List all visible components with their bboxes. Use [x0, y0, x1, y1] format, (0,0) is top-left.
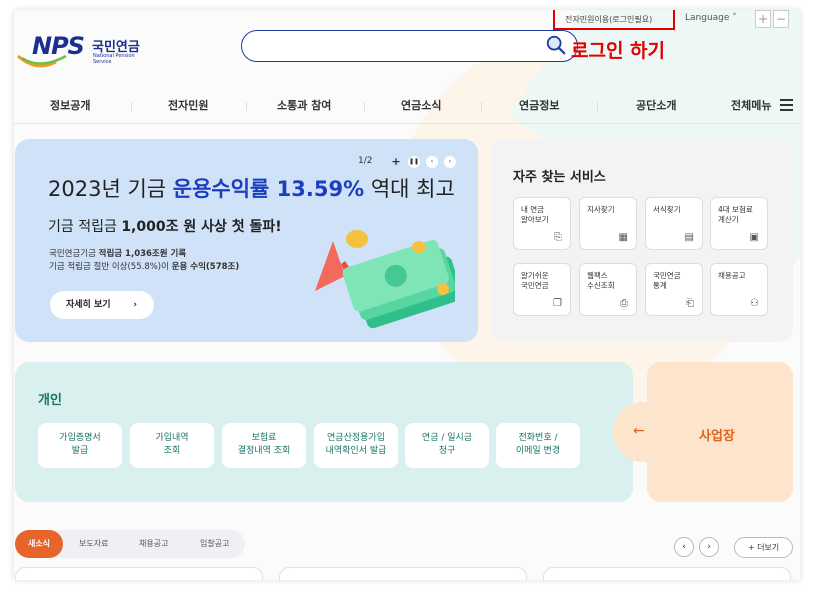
service-card[interactable]: 채용공고 ⚇: [710, 263, 768, 316]
personal-services-panel: 개인 가입증명서 발급 가입내역 조회 보험료 결정내역 조회 연금산정용가입 내역확…: [15, 362, 633, 502]
nav-separator: [246, 102, 247, 111]
service-card[interactable]: 웹팩스 수신조회 ⎙: [579, 263, 637, 316]
banner-pager: 1/2: [358, 156, 373, 166]
browser-page: NPS 국민연금 National Pension Service 전자민원이용…: [14, 10, 800, 580]
guide-doc-icon: ❐: [553, 298, 562, 309]
personal-service-button[interactable]: 연금산정용가입 내역확인서 발급: [314, 423, 398, 468]
prev-icon[interactable]: ‹: [426, 156, 438, 168]
service-card-label: 서식찾기: [653, 205, 681, 214]
hero-banner: 1/2 + ❚❚ ‹ › 2023년 기금 운용수익률 13.59% 역대 최고…: [15, 139, 478, 342]
news-more-button[interactable]: + 더보기: [734, 537, 793, 558]
service-card[interactable]: 4대 보험료 계산기 ▣: [710, 197, 768, 250]
civil-service-login-link[interactable]: 전자민원이용(로그인필요): [565, 14, 652, 25]
logo-english: National Pension Service: [93, 53, 135, 65]
person-check-icon: ⚇: [750, 298, 759, 309]
arrow-left-icon: ←: [633, 423, 645, 439]
nav-item-about[interactable]: 공단소개: [636, 97, 676, 113]
service-card[interactable]: 알기쉬운 국민연금 ❐: [513, 263, 571, 316]
banner-more-label: 자세히 보기: [66, 300, 111, 310]
banner-more-button[interactable]: 자세히 보기 ›: [50, 291, 154, 319]
news-card[interactable]: [15, 567, 263, 580]
tab-press[interactable]: 보도자료: [79, 530, 108, 558]
nav-separator: [481, 102, 482, 111]
building-icon: ▦: [618, 232, 628, 243]
all-menu-button[interactable]: 전체메뉴: [731, 97, 771, 113]
headline-pre: 2023년 기금: [48, 177, 173, 201]
services-title: 자주 찾는 서비스: [513, 170, 606, 185]
service-card-label: 국민연금 통계: [653, 271, 681, 290]
service-card[interactable]: 국민연금 통계 ⎗: [645, 263, 703, 316]
personal-service-button[interactable]: 보험료 결정내역 조회: [222, 423, 306, 468]
banner-plus-icon[interactable]: +: [390, 156, 402, 168]
nav-item-communication[interactable]: 소통과 참여: [277, 97, 331, 113]
tab-recruit[interactable]: 채용공고: [139, 530, 168, 558]
magnify-doc-icon: ⎘: [554, 232, 562, 243]
service-card[interactable]: 지사찾기 ▦: [579, 197, 637, 250]
headline-highlight: 운용수익률 13.59%: [172, 177, 365, 201]
news-card[interactable]: [543, 567, 791, 580]
chevron-right-icon: ›: [707, 542, 711, 552]
service-card-label: 4대 보험료 계산기: [718, 205, 753, 224]
nav-item-info-disclosure[interactable]: 정보공개: [50, 97, 90, 113]
zoom-in-button[interactable]: +: [755, 10, 771, 28]
headline-post: 역대 최고: [364, 177, 455, 201]
next-icon[interactable]: ›: [444, 156, 456, 168]
nav-item-e-civil[interactable]: 전자민원: [168, 97, 208, 113]
personal-service-button[interactable]: 연금 / 일시금 청구: [405, 423, 489, 468]
personal-title: 개인: [38, 393, 62, 408]
search-icon[interactable]: [545, 34, 567, 56]
tab-news[interactable]: 새소식: [15, 530, 63, 558]
service-card-label: 웹팩스 수신조회: [587, 271, 615, 290]
search-input[interactable]: [241, 30, 578, 62]
chevron-right-icon: ›: [133, 300, 137, 310]
language-select[interactable]: Language ˅: [685, 13, 737, 23]
personal-service-button[interactable]: 가입증명서 발급: [38, 423, 122, 468]
banner-headline: 2023년 기금 운용수익률 13.59% 역대 최고: [48, 173, 455, 203]
news-prev-button[interactable]: ‹: [674, 537, 694, 557]
service-card-label: 알기쉬운 국민연금: [521, 271, 549, 290]
news-card[interactable]: [279, 567, 527, 580]
personal-service-button[interactable]: 가입내역 조회: [130, 423, 214, 468]
service-card-label: 채용공고: [718, 271, 746, 280]
money-illustration-icon: [315, 230, 455, 329]
document-icon: ▤: [684, 232, 694, 243]
pause-icon[interactable]: ❚❚: [408, 156, 420, 168]
main-nav: 정보공개 전자민원 소통과 참여 연금소식 연금정보 공단소개 전체메뉴: [14, 88, 800, 124]
tab-bid[interactable]: 입찰공고: [200, 530, 229, 558]
nav-item-pension-news[interactable]: 연금소식: [401, 97, 441, 113]
business-label: 사업장: [699, 429, 735, 444]
logo-swoosh-icon: [17, 54, 67, 68]
service-card-label: 지사찾기: [587, 205, 615, 214]
nav-item-pension-info[interactable]: 연금정보: [519, 97, 559, 113]
line1-pre: 국민연금기금: [49, 249, 99, 259]
line2-bold: 운용 수익(578조): [171, 262, 240, 272]
frequent-services-panel: 자주 찾는 서비스 내 연금 알아보기 ⎘ 지사찾기 ▦ 서식찾기 ▤ 4대 보험료 계산기…: [491, 139, 793, 342]
line1-bold: 적립금 1,036조원 기록: [98, 249, 187, 259]
calculator-icon: ▣: [749, 232, 759, 243]
sub-bold: 1,000조 원 사상 첫 돌파!: [121, 219, 282, 235]
news-tabs: 새소식 보도자료 채용공고 입찰공고: [15, 530, 245, 558]
banner-line-2: 기금 적립금 절반 이상(55.8%)이 운용 수익(578조): [49, 260, 239, 272]
banner-line-1: 국민연금기금 적립금 1,036조원 기록: [49, 247, 186, 259]
service-card[interactable]: 서식찾기 ▤: [645, 197, 703, 250]
line2-pre: 기금 적립금 절반 이상(55.8%)이: [49, 262, 172, 272]
personal-service-button[interactable]: 전화번호 / 이메일 변경: [496, 423, 580, 468]
news-next-button[interactable]: ›: [699, 537, 719, 557]
zoom-out-button[interactable]: −: [773, 10, 789, 28]
nav-separator: [364, 102, 365, 111]
banner-subheadline: 기금 적립금 1,000조 원 사상 첫 돌파!: [48, 216, 282, 236]
site-header: NPS 국민연금 National Pension Service 전자민원이용…: [14, 10, 800, 85]
nps-logo[interactable]: NPS 국민연금 National Pension Service: [16, 30, 151, 70]
nav-separator: [131, 102, 132, 111]
chevron-left-icon: ‹: [682, 542, 686, 552]
printer-icon: ⎙: [620, 298, 628, 309]
hamburger-icon[interactable]: [780, 99, 793, 114]
service-card[interactable]: 내 연금 알아보기 ⎘: [513, 197, 571, 250]
service-card-label: 내 연금 알아보기: [521, 205, 549, 224]
stats-doc-icon: ⎗: [686, 298, 694, 309]
sub-pre: 기금 적립금: [48, 219, 122, 235]
nav-separator: [597, 102, 598, 111]
login-annotation: 로그인 하기: [571, 40, 666, 62]
